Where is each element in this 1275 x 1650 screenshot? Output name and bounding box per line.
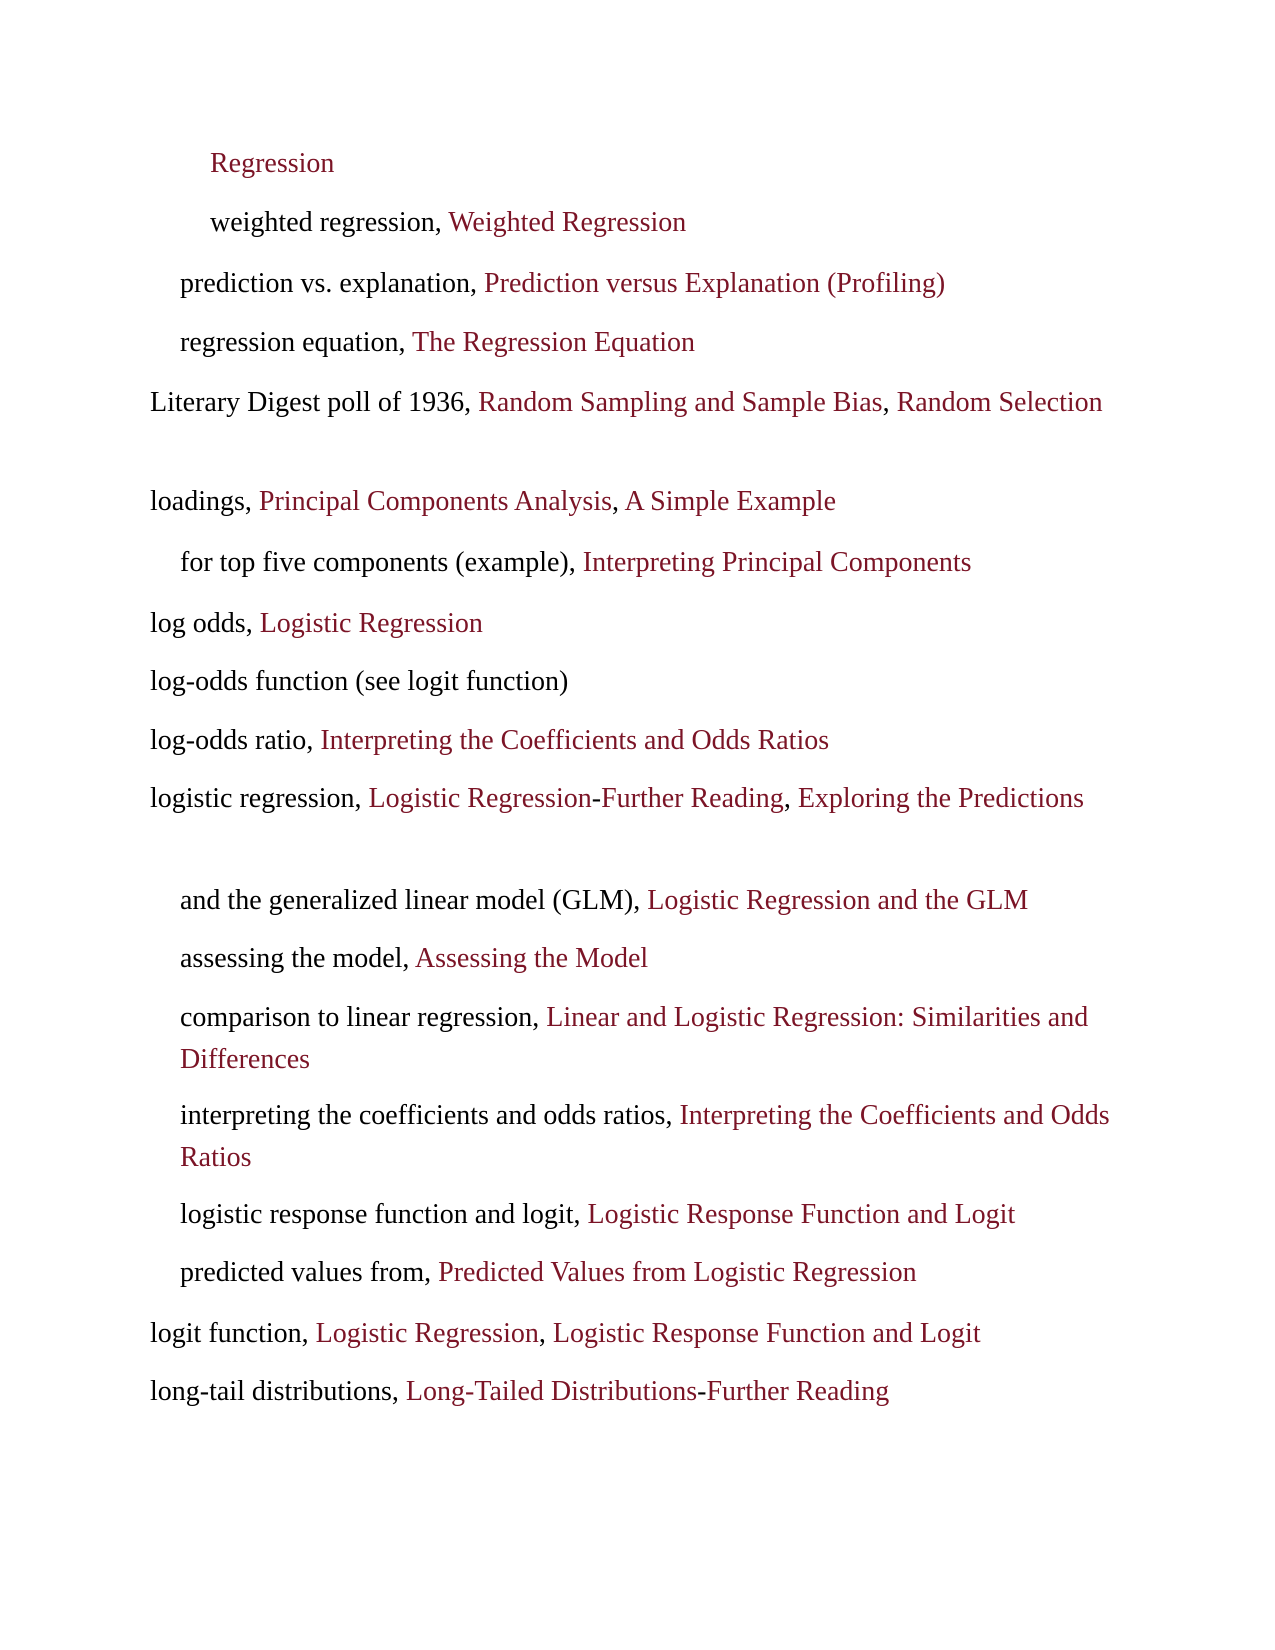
separator: ,	[665, 1100, 680, 1131]
separator: ,	[532, 1002, 547, 1033]
separator: ,	[398, 327, 412, 358]
index-link[interactable]: Weighted Regression	[448, 207, 686, 238]
index-entry-regression-equation: regression equation, The Regression Equa…	[180, 322, 1110, 364]
index-link[interactable]: A Simple Example	[624, 486, 836, 517]
separator: ,	[612, 486, 625, 517]
index-entry-logistic-response: logistic response function and logit, Lo…	[180, 1194, 1110, 1236]
index-link[interactable]: Prediction versus Explanation (Profiling…	[484, 268, 945, 299]
separator: ,	[633, 885, 648, 916]
index-entry-comparison-linear: comparison to linear regression, Linear …	[180, 997, 1110, 1081]
index-term: log-odds function (see logit function)	[150, 666, 569, 697]
index-link[interactable]: Predicted Values from Logistic Regressio…	[438, 1257, 917, 1288]
index-link[interactable]: Exploring the Predictions	[798, 783, 1084, 814]
index-link[interactable]: Logistic Response Function and Logit	[588, 1199, 1016, 1230]
index-term: interpreting the coefficients and odds r…	[180, 1100, 666, 1131]
separator: ,	[538, 1318, 553, 1349]
separator: ,	[882, 387, 897, 418]
separator: ,	[470, 268, 485, 299]
index-entry-weighted-regression: weighted regression, Weighted Regression	[210, 202, 1110, 244]
index-term: prediction vs. explanation	[180, 268, 471, 299]
index-link[interactable]: Long-Tailed Distributions	[406, 1376, 697, 1407]
index-page: Regression weighted regression, Weighted…	[0, 0, 1275, 1650]
index-entry-loadings: loadings, Principal Components Analysis,…	[150, 481, 1110, 523]
index-link[interactable]: Logistic Regression and the GLM	[647, 885, 1028, 916]
index-link[interactable]: Random Selection	[897, 387, 1103, 418]
separator: ,	[391, 1376, 406, 1407]
index-link[interactable]: Further Reading	[706, 1376, 889, 1407]
index-term: weighted regression	[210, 207, 435, 238]
index-entry-prediction-vs-explanation: prediction vs. explanation, Prediction v…	[180, 263, 1110, 305]
separator: ,	[245, 608, 260, 639]
index-entry-logit-function: logit function, Logistic Regression, Log…	[150, 1313, 1110, 1355]
index-entry-log-odds-function: log-odds function (see logit function)	[150, 661, 1110, 703]
separator: ,	[424, 1257, 439, 1288]
index-entry-top-five-components: for top five components (example), Inter…	[180, 542, 1110, 584]
index-entry-assessing-model: assessing the model, Assessing the Model	[180, 938, 1110, 980]
separator: ,	[434, 207, 449, 238]
index-term: comparison to linear regression	[180, 1002, 533, 1033]
separator: ,	[301, 1318, 316, 1349]
index-link[interactable]: Logistic Regression	[316, 1318, 539, 1349]
index-entry-log-odds: log odds, Logistic Regression	[150, 603, 1110, 645]
index-entry-predicted-values: predicted values from, Predicted Values …	[180, 1252, 1110, 1294]
index-term: and the generalized linear model (GLM)	[180, 885, 634, 916]
index-entry-glm: and the generalized linear model (GLM), …	[180, 880, 1110, 922]
index-link[interactable]: Logistic Regression	[260, 608, 483, 639]
separator: ,	[306, 725, 321, 756]
index-term: assessing the model	[180, 943, 403, 974]
separator: ,	[783, 783, 798, 814]
index-term: predicted values from	[180, 1257, 425, 1288]
index-entry-long-tail: long-tail distributions, Long-Tailed Dis…	[150, 1371, 1110, 1413]
index-term: for top five components (example)	[180, 547, 569, 578]
separator: -	[591, 783, 602, 814]
index-term: Literary Digest poll of 1936	[150, 387, 465, 418]
index-link[interactable]: Regression	[210, 148, 334, 179]
index-entry-interpreting-coefficients: interpreting the coefficients and odds r…	[180, 1095, 1110, 1179]
separator: ,	[573, 1199, 588, 1230]
index-term: long-tail distributions	[150, 1376, 392, 1407]
index-link[interactable]: Random Sampling and Sample Bias	[478, 387, 882, 418]
index-entry-log-odds-ratio: log-odds ratio, Interpreting the Coeffic…	[150, 720, 1110, 762]
index-entry-logistic-regression: logistic regression, Logistic Regression…	[150, 778, 1110, 820]
index-link[interactable]: Assessing the Model	[415, 943, 648, 974]
separator: ,	[402, 943, 415, 974]
index-term: regression equation	[180, 327, 399, 358]
index-term: logit function	[150, 1318, 302, 1349]
index-term: log odds	[150, 608, 246, 639]
index-link[interactable]: Principal Components Analysis	[259, 486, 612, 517]
separator: ,	[244, 486, 259, 517]
index-link[interactable]: Further Reading	[601, 783, 784, 814]
index-link[interactable]: Interpreting Principal Components	[583, 547, 972, 578]
index-entry-literary-digest-poll: Literary Digest poll of 1936, Random Sam…	[150, 382, 1110, 424]
index-link[interactable]: The Regression Equation	[412, 327, 695, 358]
separator: ,	[464, 387, 479, 418]
separator: ,	[568, 547, 583, 578]
index-entry-regression-continuation: Regression	[210, 143, 1110, 185]
index-term: logistic response function and logit	[180, 1199, 574, 1230]
index-term: logistic regression	[150, 783, 355, 814]
separator: ,	[354, 783, 369, 814]
index-term: loadings	[150, 486, 245, 517]
index-term: log-odds ratio	[150, 725, 307, 756]
index-link[interactable]: Logistic Response Function and Logit	[553, 1318, 981, 1349]
index-link[interactable]: Logistic Regression	[369, 783, 592, 814]
index-link[interactable]: Interpreting the Coefficients and Odds R…	[320, 725, 829, 756]
